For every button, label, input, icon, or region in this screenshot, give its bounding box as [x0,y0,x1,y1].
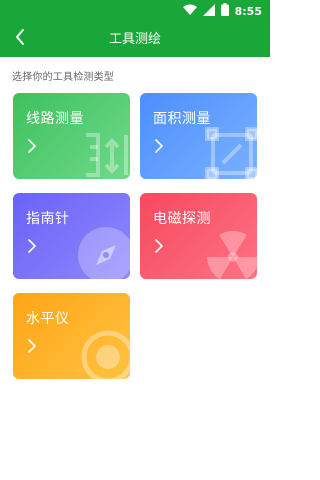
tool-card-em-detect[interactable]: 电磁探测 [140,193,257,279]
back-button[interactable] [6,25,34,53]
wifi-icon [182,4,197,19]
tool-card-area-measure[interactable]: 面积测量 [140,93,257,179]
status-icons: 8:55 [182,3,262,19]
status-time: 8:55 [234,4,262,18]
chevron-right-icon [28,139,36,153]
battery-icon [220,3,229,19]
tool-card-title: 水平仪 [26,311,70,327]
radiation-icon [207,230,257,279]
level-bubble-icon [81,330,130,379]
compass-icon [78,227,130,279]
tool-card-title: 指南针 [26,211,70,227]
chevron-left-icon [14,28,26,50]
chevron-right-icon [28,339,36,353]
chevron-right-icon [155,239,163,253]
page-title: 工具测绘 [108,32,161,47]
signal-icon [202,3,215,19]
tool-card-level[interactable]: 水平仪 [13,293,130,379]
chevron-right-icon [28,239,36,253]
tool-card-compass[interactable]: 指南针 [13,193,130,279]
ruler-icon [86,133,128,177]
app-bar: 工具测绘 [0,22,270,57]
chevron-right-icon [155,139,163,153]
section-label: 选择你的工具检测类型 [12,72,114,83]
area-frame-icon [205,127,257,179]
tool-card-line-measure[interactable]: 线路测量 [13,93,130,179]
status-bar: 8:55 [0,0,270,22]
